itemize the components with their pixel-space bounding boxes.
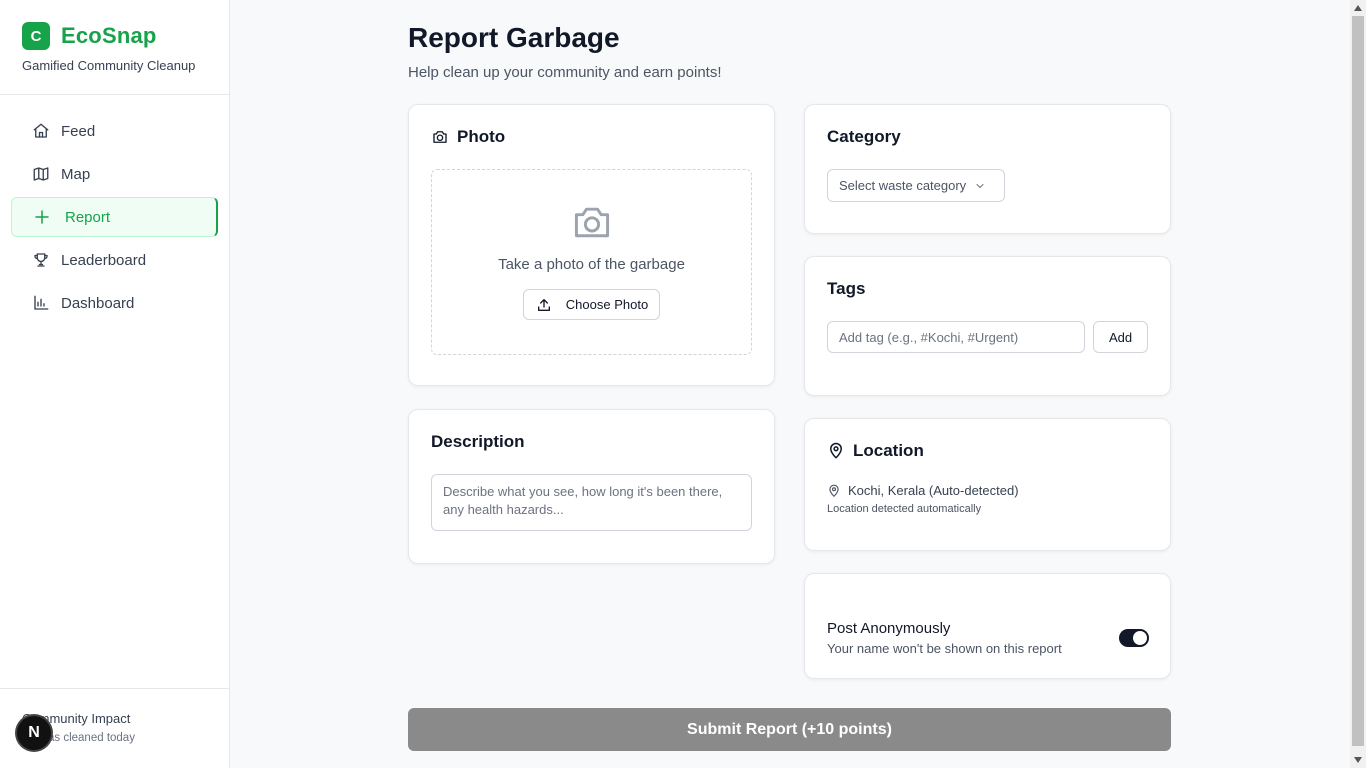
sidebar-item-feed[interactable]: Feed: [11, 111, 218, 151]
brand-logo[interactable]: C: [22, 22, 50, 50]
description-textarea[interactable]: Describe what you see, how long it's bee…: [431, 474, 752, 531]
photo-card: Photo Take a photo of the garbage Choose…: [408, 104, 775, 386]
tags-card: Tags Add tag (e.g., #Kochi, #Urgent) Add: [804, 256, 1171, 396]
impact-title: Community Impact: [22, 711, 131, 726]
category-card: Category Select waste category: [804, 104, 1171, 234]
sidebar-item-dashboard[interactable]: Dashboard: [11, 283, 218, 323]
photo-prompt: Take a photo of the garbage: [498, 256, 685, 273]
anonymous-title: Post Anonymously: [827, 620, 951, 637]
home-icon: [31, 121, 51, 141]
brand-name[interactable]: EcoSnap: [61, 23, 157, 49]
chevron-down-icon: [974, 180, 986, 192]
photo-card-title: Photo: [431, 127, 752, 147]
choose-photo-label: Choose Photo: [565, 297, 649, 312]
sidebar-item-report[interactable]: Report: [11, 197, 218, 237]
scroll-down-arrow-icon[interactable]: [1350, 752, 1366, 768]
photo-title: Photo: [457, 127, 506, 146]
category-title: Category: [827, 127, 901, 146]
map-icon: [31, 164, 51, 184]
sidebar-item-map[interactable]: Map: [11, 154, 218, 194]
map-pin-icon: [827, 484, 841, 498]
map-pin-icon: [827, 442, 845, 460]
tag-input[interactable]: Add tag (e.g., #Kochi, #Urgent): [827, 321, 1086, 353]
location-value: Kochi, Kerala (Auto-detected): [848, 483, 1019, 498]
brand-tagline: Gamified Community Cleanup: [22, 58, 196, 73]
description-card: Description Describe what you see, how l…: [408, 409, 775, 564]
location-value-row: Kochi, Kerala (Auto-detected): [827, 483, 1148, 498]
scroll-thumb[interactable]: [1352, 16, 1364, 746]
anonymous-toggle[interactable]: [1119, 629, 1149, 647]
trophy-icon: [31, 250, 51, 270]
submit-report-button[interactable]: Submit Report (+10 points): [408, 708, 1171, 751]
brand-header: C EcoSnap Gamified Community Cleanup: [0, 0, 229, 95]
page-scrollbar[interactable]: [1350, 0, 1366, 768]
tags-title: Tags: [827, 279, 866, 298]
location-note: Location detected automatically: [827, 503, 982, 515]
anonymous-card: Post Anonymously Your name won't be show…: [804, 573, 1171, 679]
sidebar-item-label: Report: [65, 208, 111, 226]
page-title: Report Garbage: [408, 22, 620, 53]
camera-icon: [570, 200, 614, 244]
plus-icon: [32, 207, 52, 227]
dev-tools-badge[interactable]: N: [17, 716, 51, 750]
sidebar: C EcoSnap Gamified Community Cleanup Fee…: [0, 0, 230, 768]
category-select-value: Select waste category: [839, 178, 967, 193]
location-card-title: Location: [827, 441, 1148, 461]
anonymous-subtitle: Your name won't be shown on this report: [827, 641, 1062, 656]
sidebar-item-label: Dashboard: [61, 294, 135, 312]
location-title: Location: [853, 441, 924, 460]
sidebar-item-label: Map: [61, 165, 91, 183]
choose-photo-button[interactable]: Choose Photo: [522, 289, 661, 320]
toggle-knob: [1133, 631, 1147, 645]
sidebar-item-leaderboard[interactable]: Leaderboard: [11, 240, 218, 280]
page-subtitle: Help clean up your community and earn po…: [408, 64, 722, 81]
bar-chart-icon: [31, 293, 51, 313]
camera-icon: [431, 128, 449, 146]
scroll-up-arrow-icon[interactable]: [1350, 0, 1366, 16]
sidebar-item-label: Leaderboard: [61, 251, 147, 269]
location-card: Location Kochi, Kerala (Auto-detected) L…: [804, 418, 1171, 551]
sidebar-nav: Feed Map Report Leaderboard Dashboard: [0, 95, 229, 323]
photo-dropzone[interactable]: Take a photo of the garbage Choose Photo: [431, 169, 752, 355]
description-title: Description: [431, 432, 525, 451]
add-tag-button[interactable]: Add: [1093, 321, 1148, 353]
category-select[interactable]: Select waste category: [827, 169, 1005, 202]
sidebar-item-label: Feed: [61, 122, 96, 140]
upload-icon: [536, 297, 552, 313]
